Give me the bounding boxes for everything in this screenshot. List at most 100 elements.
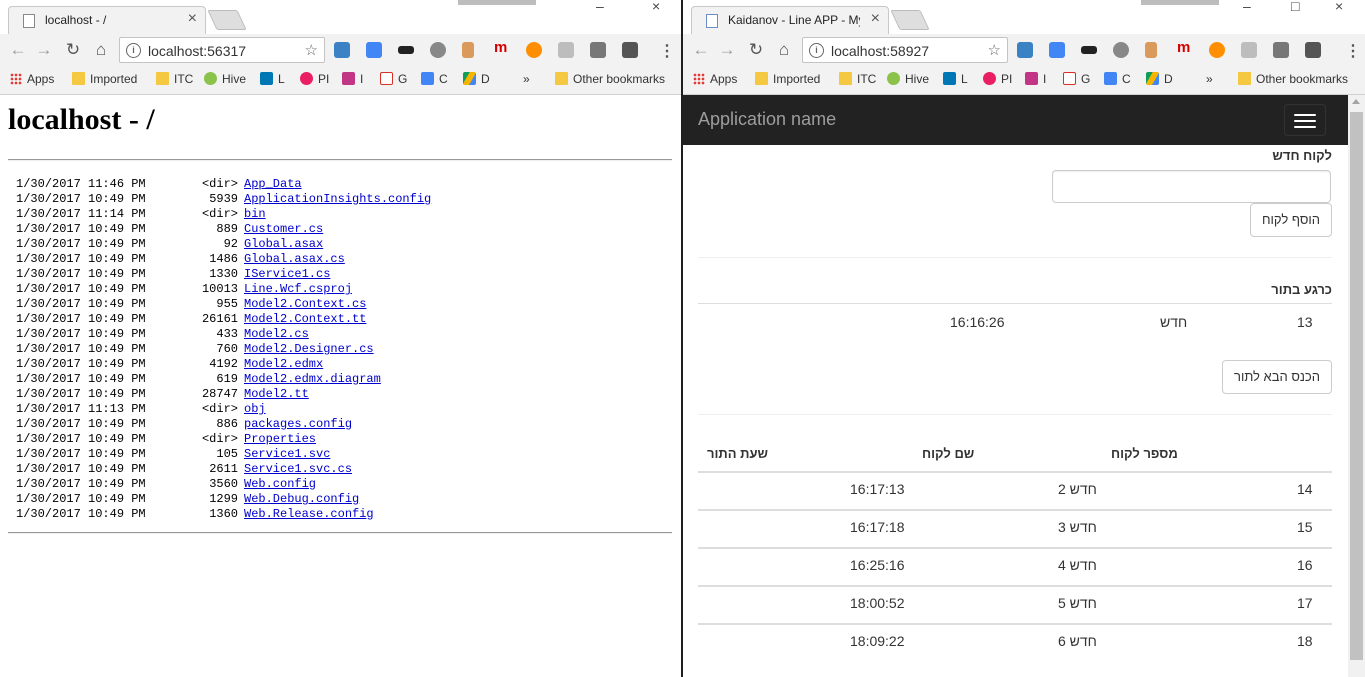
file-link[interactable]: ApplicationInsights.config [244, 192, 431, 206]
reload-icon[interactable]: ↻ [746, 40, 766, 60]
file-link[interactable]: Web.config [244, 477, 316, 491]
bookmark-calendar[interactable]: C [421, 71, 448, 87]
address-bar[interactable]: i localhost:58927 ☆ [802, 37, 1008, 63]
new-tab-button[interactable] [207, 10, 247, 30]
bookmark-gmail[interactable]: G [380, 71, 407, 87]
bookmark-drive[interactable]: D [1146, 71, 1173, 87]
file-link[interactable]: Web.Release.config [244, 507, 374, 521]
scrollbar-thumb[interactable] [1350, 112, 1363, 660]
extension-icon[interactable] [1017, 42, 1033, 58]
home-icon[interactable]: ⌂ [774, 40, 794, 60]
browser-tab[interactable]: Kaidanov - Line APP - My × [691, 6, 889, 35]
forward-arrow-icon[interactable]: → [717, 40, 737, 60]
bookmark-apps[interactable]: Apps [10, 71, 54, 87]
file-link[interactable]: bin [244, 207, 266, 221]
menu-dots-icon[interactable]: ⋮ [1345, 41, 1361, 61]
bookmark-star-icon[interactable]: ☆ [988, 41, 1001, 59]
bookmark-pi[interactable]: PI [983, 71, 1012, 87]
bookmark-star-icon[interactable]: ☆ [305, 41, 318, 59]
bookmark-imported[interactable]: Imported [72, 71, 137, 87]
add-customer-button[interactable]: הוסף לקוח [1250, 203, 1332, 237]
maximize-icon[interactable]: □ [1291, 0, 1299, 14]
file-link[interactable]: Model2.edmx.diagram [244, 372, 381, 386]
file-link[interactable]: Model2.edmx [244, 357, 323, 371]
translate-icon[interactable] [1049, 42, 1065, 58]
close-tab-icon[interactable]: × [871, 11, 880, 27]
bookmark-gmail[interactable]: G [1063, 71, 1090, 87]
bookmark-hive[interactable]: Hive [887, 71, 929, 87]
play-icon[interactable] [1209, 42, 1225, 58]
bookmark-itc[interactable]: ITC [839, 71, 876, 87]
incognito-glasses-icon[interactable] [398, 46, 414, 54]
file-link[interactable]: Global.asax [244, 237, 323, 251]
bookmarks-overflow-chevron[interactable]: » [523, 71, 530, 87]
file-link[interactable]: Service1.svc [244, 447, 330, 461]
bookmark-other[interactable]: Other bookmarks [555, 71, 665, 87]
play-icon[interactable] [526, 42, 542, 58]
file-link[interactable]: packages.config [244, 417, 352, 431]
bookmark-pi[interactable]: PI [300, 71, 329, 87]
app-brand-link[interactable]: Application name [698, 109, 836, 130]
close-window-icon[interactable]: × [1335, 0, 1343, 14]
bookmark-other[interactable]: Other bookmarks [1238, 71, 1348, 87]
menu-dots-icon[interactable]: ⋮ [659, 41, 675, 61]
back-arrow-icon[interactable]: ← [691, 40, 711, 60]
file-link[interactable]: Properties [244, 432, 316, 446]
jb-icon[interactable] [1273, 42, 1289, 58]
next-in-queue-button[interactable]: הכנס הבא לתור [1222, 360, 1332, 394]
forward-arrow-icon[interactable]: → [34, 40, 54, 60]
file-link[interactable]: Model2.Designer.cs [244, 342, 374, 356]
browser-tab[interactable]: localhost - / × [8, 6, 206, 35]
profile-badge[interactable] [458, 0, 536, 5]
address-bar[interactable]: i localhost:56317 ☆ [119, 37, 325, 63]
file-link[interactable]: IService1.cs [244, 267, 330, 281]
bookmark-instagram[interactable]: I [1025, 71, 1046, 87]
extension-icon[interactable] [334, 42, 350, 58]
file-link[interactable]: Customer.cs [244, 222, 323, 236]
bookmark-drive[interactable]: D [463, 71, 490, 87]
file-link[interactable]: Model2.tt [244, 387, 309, 401]
pocket-icon[interactable] [1305, 42, 1321, 58]
jb-icon[interactable] [590, 42, 606, 58]
file-link[interactable]: Model2.Context.tt [244, 312, 366, 326]
home-icon[interactable]: ⌂ [91, 40, 111, 60]
file-link[interactable]: Model2.Context.cs [244, 297, 366, 311]
file-link[interactable]: Service1.svc.cs [244, 462, 352, 476]
scroll-up-arrow-icon[interactable] [1352, 99, 1360, 104]
close-window-icon[interactable]: × [652, 0, 660, 14]
minimize-icon[interactable]: – [1243, 0, 1251, 14]
bookmark-linkedin[interactable]: L [260, 71, 285, 87]
recycle-icon[interactable] [430, 42, 446, 58]
translate-icon[interactable] [366, 42, 382, 58]
bookmark-itc[interactable]: ITC [156, 71, 193, 87]
file-link[interactable]: Line.Wcf.csproj [244, 282, 352, 296]
angular-icon[interactable] [1241, 42, 1257, 58]
bookmark-imported[interactable]: Imported [755, 71, 820, 87]
close-tab-icon[interactable]: × [188, 11, 197, 27]
file-link[interactable]: obj [244, 402, 266, 416]
bookmark-hive[interactable]: Hive [204, 71, 246, 87]
bookmarks-overflow-chevron[interactable]: » [1206, 71, 1213, 87]
info-icon[interactable]: i [126, 43, 141, 58]
bookmark-linkedin[interactable]: L [943, 71, 968, 87]
tool-icon[interactable] [1145, 42, 1157, 58]
pocket-icon[interactable] [622, 42, 638, 58]
minimize-icon[interactable]: – [596, 0, 604, 14]
bookmark-calendar[interactable]: C [1104, 71, 1131, 87]
profile-badge[interactable] [1141, 0, 1219, 5]
file-link[interactable]: Global.asax.cs [244, 252, 345, 266]
m-extension-icon[interactable]: m [494, 39, 510, 56]
bookmark-apps[interactable]: Apps [693, 71, 737, 87]
incognito-glasses-icon[interactable] [1081, 46, 1097, 54]
angular-icon[interactable] [558, 42, 574, 58]
navbar-toggle-button[interactable] [1284, 104, 1326, 136]
reload-icon[interactable]: ↻ [63, 40, 83, 60]
m-extension-icon[interactable]: m [1177, 39, 1193, 56]
back-arrow-icon[interactable]: ← [8, 40, 28, 60]
recycle-icon[interactable] [1113, 42, 1129, 58]
bookmark-instagram[interactable]: I [342, 71, 363, 87]
vertical-scrollbar[interactable] [1348, 95, 1365, 677]
new-tab-button[interactable] [890, 10, 930, 30]
file-link[interactable]: Web.Debug.config [244, 492, 359, 506]
file-link[interactable]: App_Data [244, 177, 302, 191]
